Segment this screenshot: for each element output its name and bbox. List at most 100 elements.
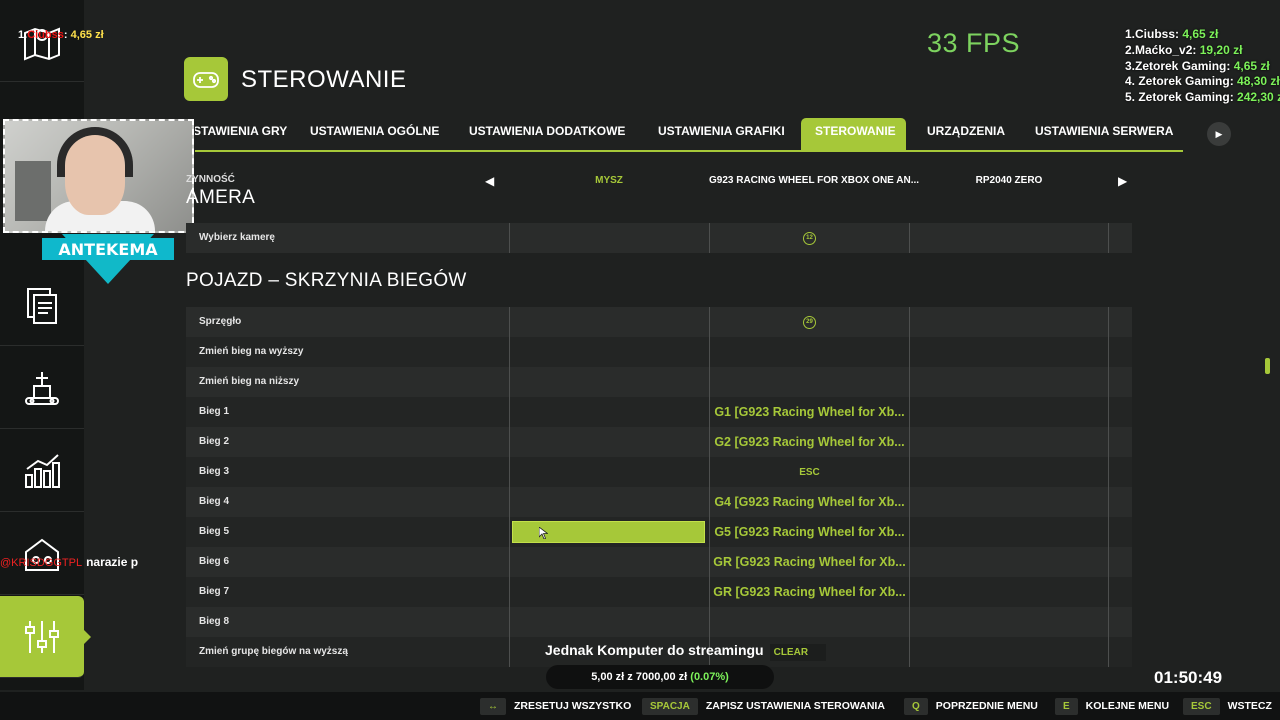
binding-cell[interactable] xyxy=(909,367,1109,397)
binding-cell[interactable]: GR [G923 Racing Wheel for Xb... xyxy=(709,547,909,577)
binding-cell[interactable]: GR [G923 Racing Wheel for Xb... xyxy=(709,577,909,607)
table-row[interactable]: Zmień bieg na wyższy xyxy=(186,337,1132,367)
binding-cell[interactable] xyxy=(909,337,1109,367)
tab-bar: STAWIENIA GRY USTAWIENIA OGÓLNE USTAWIEN… xyxy=(195,118,1183,152)
chat-message: @KRISDGGTPL narazie p xyxy=(0,555,139,569)
binding-cell[interactable] xyxy=(909,427,1109,457)
next-menu-button[interactable]: E KOLEJNE MENU xyxy=(1055,697,1169,715)
tab-game-settings[interactable]: STAWIENIA GRY xyxy=(195,118,301,150)
binding-cell[interactable] xyxy=(909,307,1109,337)
tabs-next-button[interactable]: ▶ xyxy=(1207,122,1231,146)
binding-cell[interactable] xyxy=(909,577,1109,607)
binding-cell[interactable] xyxy=(709,337,909,367)
key-badge: ↔ xyxy=(480,697,506,715)
leader-entry: 1.Ciubss: 4,65 zł xyxy=(1125,27,1219,41)
binding-cell[interactable]: ESC xyxy=(709,457,909,487)
table-row[interactable]: Bieg 7 GR [G923 Racing Wheel for Xb... xyxy=(186,577,1132,607)
tab-server-settings[interactable]: USTAWIENIA SERWERA xyxy=(1021,118,1183,150)
tab-devices[interactable]: URZĄDZENIA xyxy=(913,118,1019,150)
tab-graphics-settings[interactable]: USTAWIENIA GRAFIKI xyxy=(644,118,799,150)
production-icon xyxy=(25,371,59,405)
binding-cell[interactable] xyxy=(509,223,709,253)
device-column-rp2040[interactable]: RP2040 ZERO xyxy=(909,175,1109,186)
back-button[interactable]: ESC WSTECZ xyxy=(1183,697,1272,715)
binding-cell[interactable] xyxy=(509,577,709,607)
tab-controls[interactable]: STEROWANIE xyxy=(801,118,906,150)
binding-cell[interactable]: G5 [G923 Racing Wheel for Xb... xyxy=(709,517,909,547)
binding-cell[interactable]: 12 xyxy=(709,223,909,253)
key-badge: Q xyxy=(904,697,928,715)
binding-cell[interactable] xyxy=(709,367,909,397)
gamepad-icon xyxy=(193,72,219,88)
donation-goal: 5,00 zł z 7000,00 zł (0.07%) xyxy=(546,665,774,689)
save-controls-button[interactable]: SPACJA ZAPISZ USTAWIENIA STEROWANIA xyxy=(642,697,885,715)
binding-cell[interactable]: G1 [G923 Racing Wheel for Xb... xyxy=(709,397,909,427)
binding-cell[interactable]: G4 [G923 Racing Wheel for Xb... xyxy=(709,487,909,517)
page-title: STEROWANIE xyxy=(241,66,407,93)
binding-cell[interactable] xyxy=(509,367,709,397)
device-column-mouse[interactable]: MYSZ xyxy=(509,175,709,186)
sidebar-item-settings[interactable] xyxy=(0,596,91,678)
game-screen: 1.Ciubss: 4,65 zł ANTEKEMA @KRISDGGTPL na… xyxy=(0,0,1280,720)
binding-cell[interactable] xyxy=(909,547,1109,577)
previous-menu-button[interactable]: Q POPRZEDNIE MENU xyxy=(904,697,1038,715)
binding-cell[interactable] xyxy=(909,637,1109,667)
binding-cell[interactable] xyxy=(909,517,1109,547)
sidebar-item-map[interactable] xyxy=(0,0,84,82)
tab-general-settings[interactable]: USTAWIENIA OGÓLNE xyxy=(296,118,453,150)
sidebar-item-animals[interactable] xyxy=(0,513,84,595)
streamer-logo: ANTEKEMA xyxy=(42,234,174,284)
binding-cell[interactable] xyxy=(909,457,1109,487)
list-scrollbar[interactable] xyxy=(1265,358,1270,374)
stream-message: Jednak Komputer do streamingu CLEAR xyxy=(545,642,827,661)
binding-cell[interactable] xyxy=(909,487,1109,517)
camera-table: Wybierz kamerę 12 xyxy=(186,223,1132,253)
table-row[interactable]: Bieg 2 G2 [G923 Racing Wheel for Xb... xyxy=(186,427,1132,457)
settings-icon xyxy=(25,620,59,653)
table-row[interactable]: Bieg 1 G1 [G923 Racing Wheel for Xb... xyxy=(186,397,1132,427)
key-hint-bar: ↔ ZRESETUJ WSZYSTKO SPACJA ZAPISZ USTAWIEN… xyxy=(0,692,1280,720)
next-device-icon[interactable]: ▶ xyxy=(1118,174,1127,188)
table-row[interactable]: Bieg 4 G4 [G923 Racing Wheel for Xb... xyxy=(186,487,1132,517)
top-supporter: 1.Ciubss: 4,65 zł xyxy=(18,29,104,41)
play-icon: ▶ xyxy=(1215,128,1223,139)
table-row[interactable]: Bieg 5 G5 [G923 Racing Wheel for Xb... xyxy=(186,517,1132,547)
reset-all-button[interactable]: ↔ ZRESETUJ WSZYSTKO xyxy=(480,697,631,715)
key-badge: E xyxy=(1055,697,1078,715)
leader-entry: 3.Zetorek Gaming: 4,65 zł xyxy=(1125,58,1270,73)
sidebar-item-statistics[interactable] xyxy=(0,430,84,512)
binding-cell[interactable] xyxy=(509,607,709,637)
headphones xyxy=(57,127,133,177)
binding-cell[interactable] xyxy=(509,427,709,457)
key-badge: SPACJA xyxy=(642,697,698,715)
device-column-wheel[interactable]: G923 RACING WHEEL FOR XBOX ONE AN... xyxy=(709,175,919,186)
binding-cell[interactable] xyxy=(509,547,709,577)
binding-cell[interactable] xyxy=(509,307,709,337)
binding-cell[interactable] xyxy=(509,397,709,427)
table-row[interactable]: Bieg 3 ESC xyxy=(186,457,1132,487)
table-row[interactable]: Zmień bieg na niższy xyxy=(186,367,1132,397)
fps-counter: 33 FPS xyxy=(927,28,1021,58)
binding-cell[interactable]: 29 xyxy=(709,307,909,337)
table-row[interactable]: Wybierz kamerę 12 xyxy=(186,223,1132,253)
section-title-gearbox: POJAZD – SKRZYNIA BIEGÓW xyxy=(186,270,467,291)
binding-cell[interactable] xyxy=(709,607,909,637)
tab-additional-settings[interactable]: USTAWIENIA DODATKOWE xyxy=(455,118,639,150)
binding-cell[interactable] xyxy=(509,487,709,517)
binding-cell[interactable] xyxy=(909,607,1109,637)
binding-cell[interactable] xyxy=(909,223,1109,253)
clear-button[interactable]: CLEAR xyxy=(769,644,827,661)
section-title-camera: AMERA xyxy=(186,187,256,208)
binding-cell-selected[interactable] xyxy=(509,517,709,547)
binding-cell[interactable] xyxy=(509,337,709,367)
binding-cell[interactable] xyxy=(909,397,1109,427)
table-row[interactable]: Sprzęgło 29 xyxy=(186,307,1132,337)
table-row[interactable]: Bieg 8 xyxy=(186,607,1132,637)
prev-device-icon[interactable]: ◀ xyxy=(485,174,494,188)
binding-cell[interactable]: G2 [G923 Racing Wheel for Xb... xyxy=(709,427,909,457)
binding-cell[interactable] xyxy=(509,457,709,487)
table-row[interactable]: Bieg 6 GR [G923 Racing Wheel for Xb... xyxy=(186,547,1132,577)
svg-text:ANTEKEMA: ANTEKEMA xyxy=(58,240,158,259)
device-header: ZYNNOŚĆ ◀ MYSZ G923 RACING WHEEL FOR XBO… xyxy=(186,174,1128,188)
sidebar-item-production[interactable] xyxy=(0,347,84,429)
